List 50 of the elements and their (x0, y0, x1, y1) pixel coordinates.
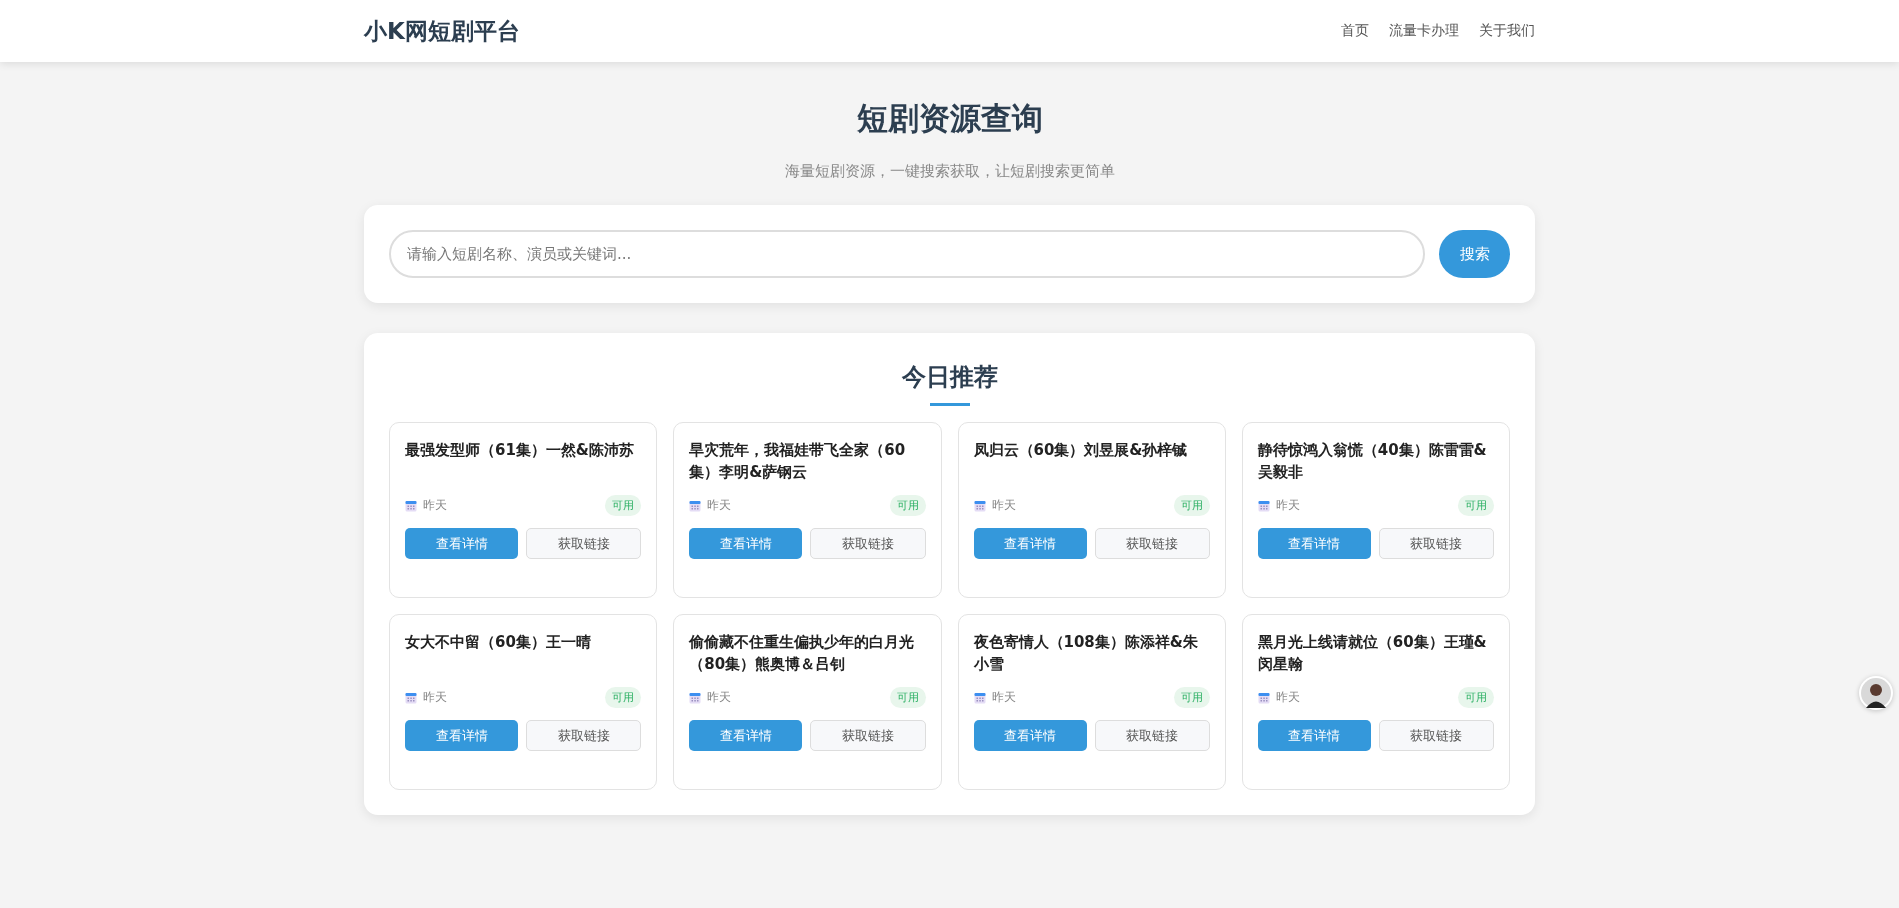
nav-link[interactable]: 关于我们 (1479, 22, 1535, 40)
nav-link[interactable]: 首页 (1341, 22, 1369, 40)
date-text: 昨天 (423, 497, 447, 514)
get-link-button[interactable]: 获取链接 (1094, 720, 1210, 751)
status-badge: 可用 (1173, 495, 1210, 516)
calendar-icon (1257, 499, 1270, 512)
date-text: 昨天 (423, 689, 447, 706)
title-underline (929, 403, 970, 406)
page-subtitle: 海量短剧资源，一键搜索获取，让短剧搜索更简单 (783, 162, 1116, 181)
drama-title: 夜色寄情人（108集）陈添祥&朱小雪 (973, 632, 1199, 675)
calendar-icon (405, 499, 417, 512)
search-field[interactable]: 请输入短剧名称、演员或关键词... (389, 230, 1425, 278)
date-text: 昨天 (707, 497, 732, 514)
status-badge: 可用 (889, 495, 926, 516)
drama-title: 静待惊鸿入翁慌（40集）陈雷雷&吴毅非 (1257, 440, 1488, 483)
drama-title: 最强发型师（61集）一然&陈沛苏 (405, 440, 635, 461)
get-link-button[interactable]: 获取链接 (526, 720, 642, 751)
date-text: 昨天 (991, 689, 1016, 706)
drama-title: 偷偷藏不住重生偏执少年的白月光（80集）熊奥博＆吕钊 (689, 632, 916, 675)
drama-title: 女大不中留（60集）王一晴 (405, 632, 592, 653)
status-badge: 可用 (1458, 495, 1494, 516)
calendar-icon (1257, 691, 1270, 704)
section-title: 今日推荐 (901, 362, 998, 393)
date-text: 昨天 (1275, 689, 1300, 706)
get-link-button[interactable]: 获取链接 (810, 528, 926, 559)
calendar-icon (689, 499, 702, 512)
status-badge: 可用 (605, 495, 642, 516)
status-badge: 可用 (1173, 687, 1210, 708)
page-title: 短剧资源查询 (855, 99, 1044, 138)
calendar-icon (405, 691, 417, 704)
calendar-icon (689, 691, 702, 704)
get-link-button[interactable]: 获取链接 (1094, 528, 1210, 559)
get-link-button[interactable]: 获取链接 (526, 528, 642, 559)
calendar-icon (973, 691, 986, 704)
date-text: 昨天 (991, 497, 1016, 514)
drama-title: 凤归云（60集）刘昱展&孙梓铖 (973, 440, 1189, 461)
drama-title: 黑月光上线请就位（60集）王瑾&闵星翰 (1257, 632, 1488, 675)
nav-link[interactable]: 流量卡办理 (1389, 22, 1459, 40)
get-link-button[interactable]: 获取链接 (1378, 528, 1494, 559)
status-badge: 可用 (605, 687, 642, 708)
site-logo[interactable]: 小K网短剧平台 (364, 15, 520, 47)
status-badge: 可用 (889, 687, 926, 708)
drama-title: 旱灾荒年，我福娃带飞全家（60集）李明&萨钢云 (689, 440, 907, 483)
date-text: 昨天 (707, 689, 732, 706)
get-link-button[interactable]: 获取链接 (810, 720, 926, 751)
calendar-icon (973, 499, 986, 512)
date-text: 昨天 (1275, 497, 1300, 514)
status-badge: 可用 (1458, 687, 1494, 708)
avatar-icon[interactable] (1859, 676, 1893, 710)
get-link-button[interactable]: 获取链接 (1378, 720, 1494, 751)
